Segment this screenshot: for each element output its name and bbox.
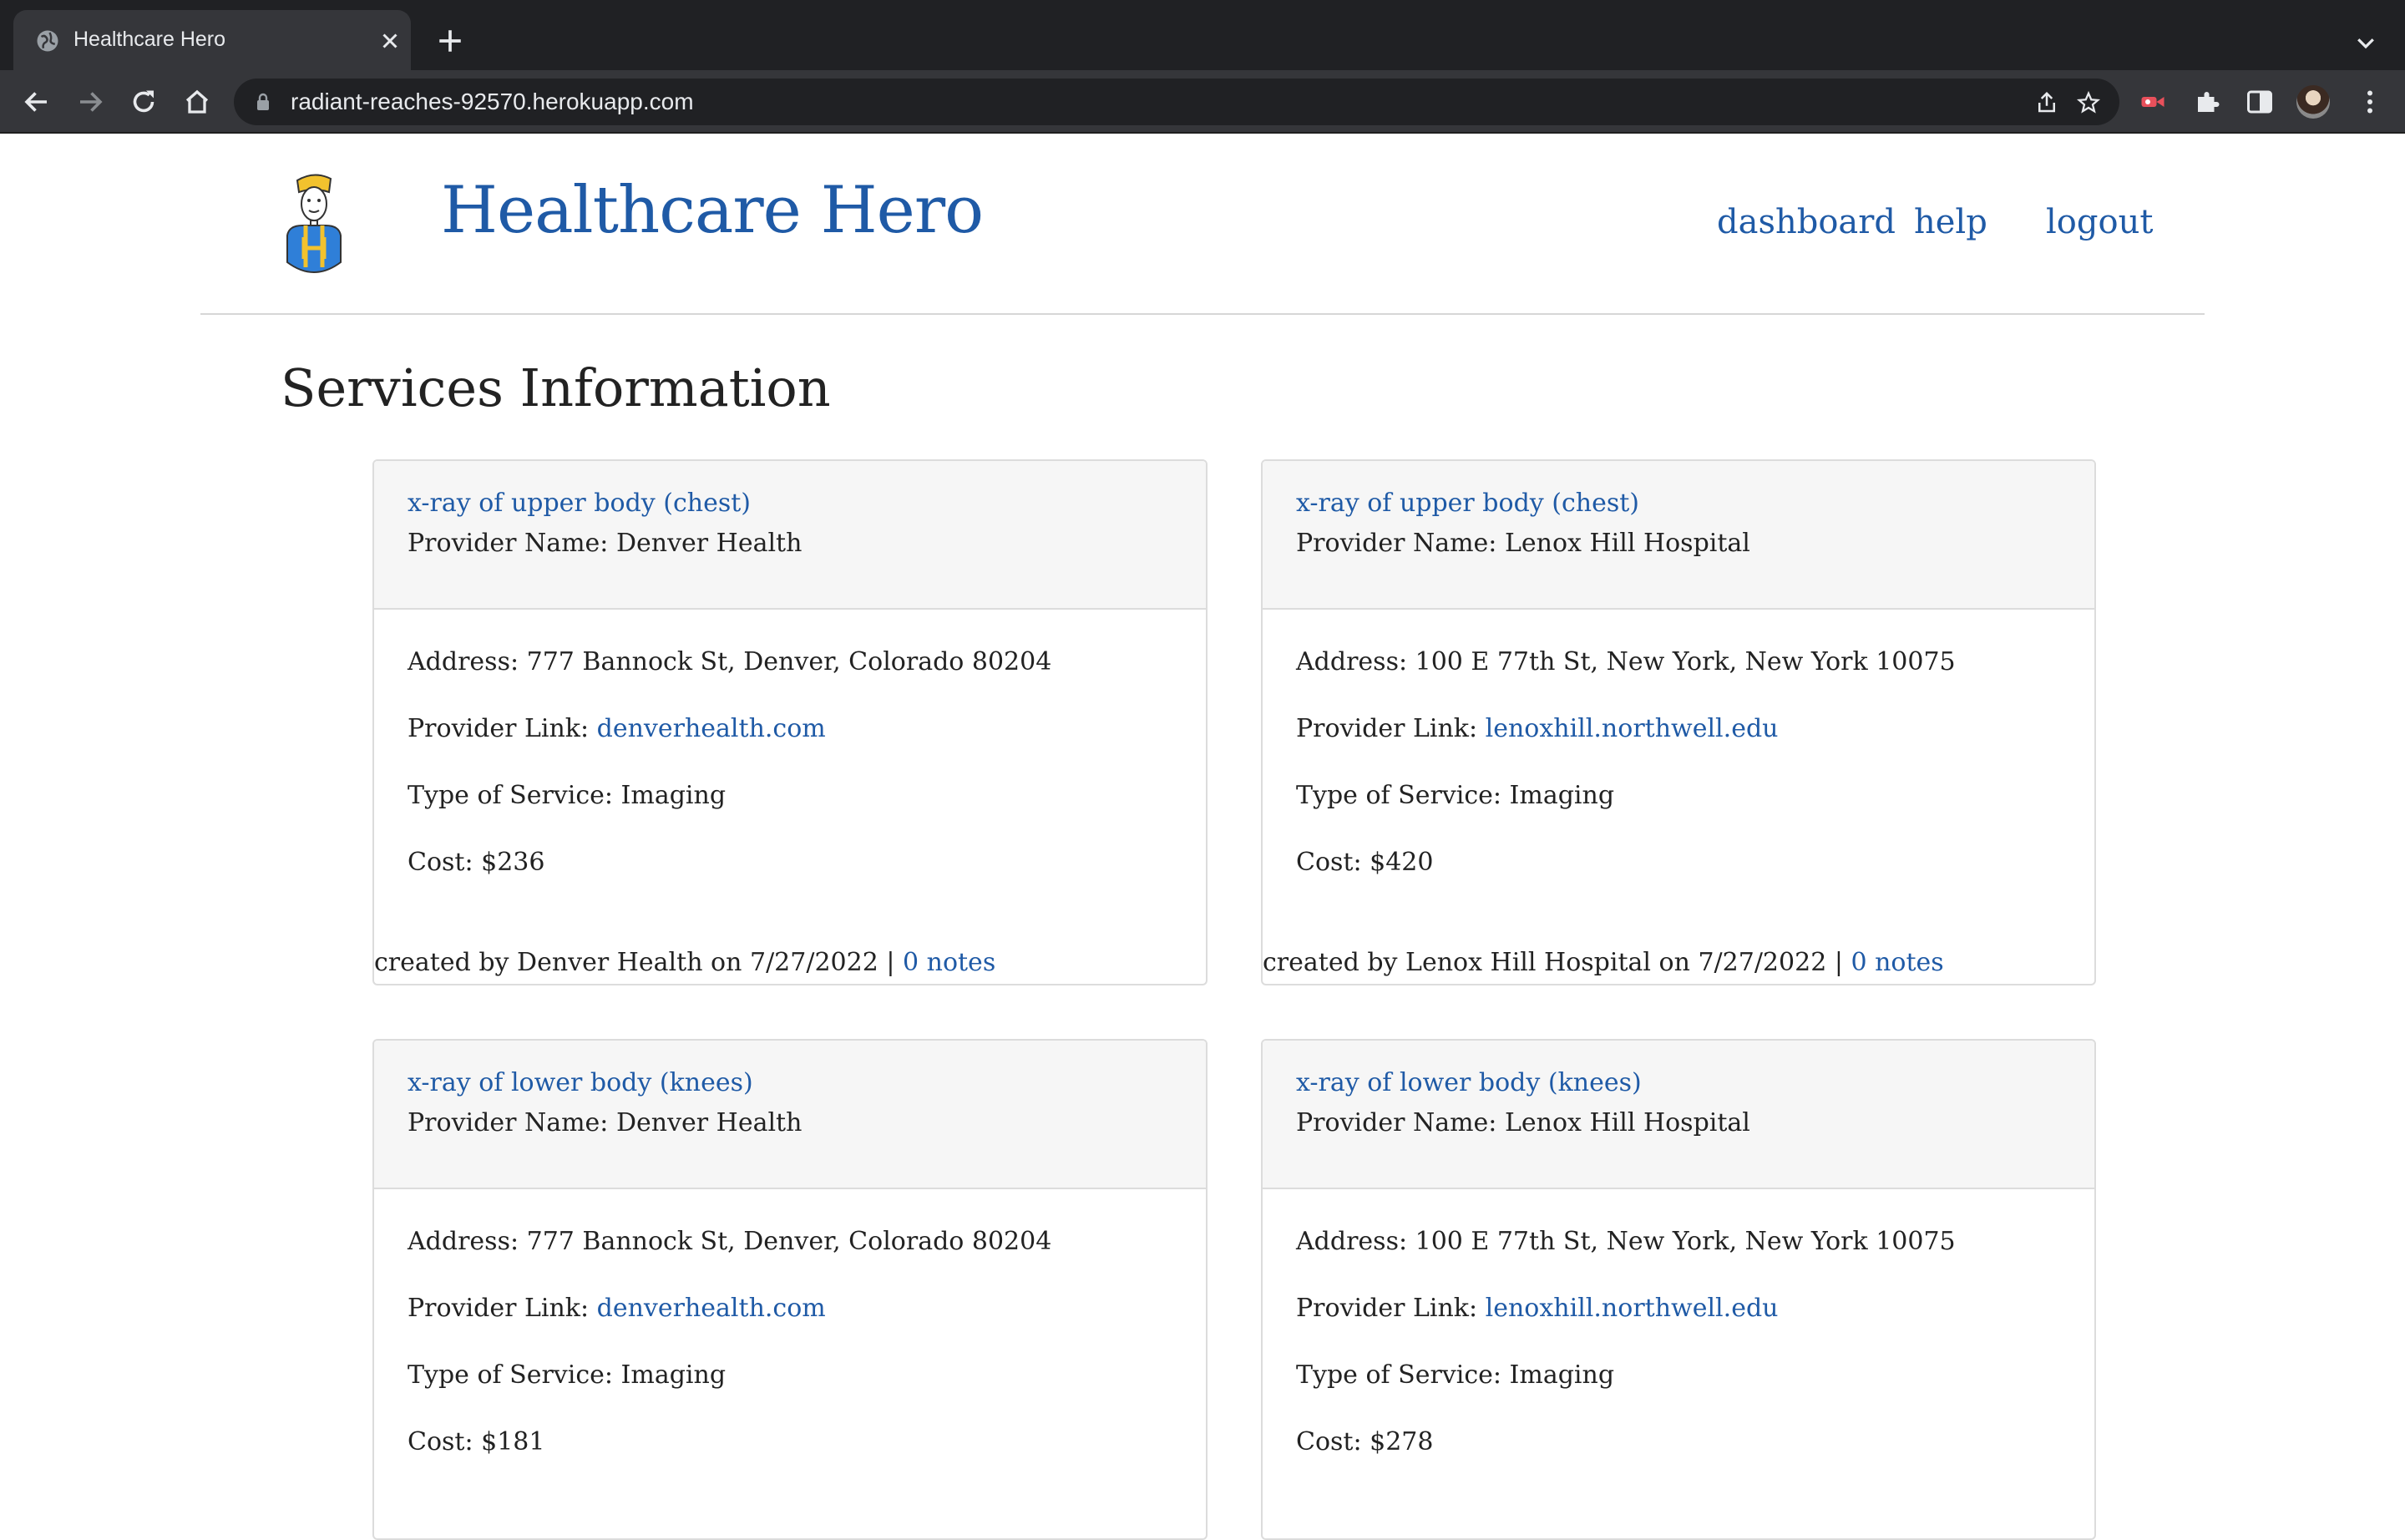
provider-link[interactable]: lenoxhill.northwell.edu	[1486, 714, 1779, 743]
service-link[interactable]: x-ray of upper body (chest)	[1296, 486, 1639, 521]
address-field: Address: 777 Bannock St, Denver, Colorad…	[408, 647, 1052, 676]
record-extension-icon[interactable]	[2138, 87, 2168, 117]
nav-dashboard[interactable]: dashboard	[1717, 197, 1896, 247]
extensions-puzzle-icon[interactable]	[2193, 87, 2223, 117]
page-title: Services Information	[281, 357, 831, 418]
profile-avatar[interactable]	[2296, 85, 2330, 119]
cost-field: Cost: $181	[408, 1427, 545, 1456]
side-panel-icon[interactable]	[2245, 87, 2275, 117]
share-icon[interactable]	[2034, 90, 2059, 115]
browser-toolbar: radiant-reaches-92570.herokuapp.com	[0, 70, 2405, 134]
notes-link[interactable]: 0 notes	[1851, 948, 1943, 977]
service-card: x-ray of upper body (chest) Provider Nam…	[372, 459, 1208, 985]
nav-logout[interactable]: logout	[2046, 197, 2153, 247]
browser-tab-strip: Healthcare Hero	[0, 0, 2405, 70]
service-link[interactable]: x-ray of upper body (chest)	[408, 486, 751, 521]
cost-field: Cost: $278	[1296, 1427, 1434, 1456]
forward-icon[interactable]	[75, 87, 105, 117]
nav-link-logout[interactable]: logout	[2046, 203, 2153, 241]
nav-link-dashboard[interactable]: dashboard	[1717, 203, 1896, 241]
chevron-down-icon[interactable]	[2353, 30, 2378, 55]
service-card: x-ray of upper body (chest) Provider Nam…	[1261, 459, 2096, 985]
new-tab-icon[interactable]	[436, 27, 464, 55]
service-link[interactable]: x-ray of lower body (knees)	[1296, 1066, 1642, 1101]
header-divider	[200, 313, 2205, 315]
lock-icon[interactable]	[254, 92, 272, 112]
service-type-field: Type of Service: Imaging	[1296, 1360, 1615, 1390]
provider-name: Provider Name: Denver Health	[408, 529, 803, 558]
card-header: x-ray of upper body (chest) Provider Nam…	[1263, 461, 2094, 610]
provider-link[interactable]: denverhealth.com	[597, 714, 826, 743]
site-title[interactable]: Healthcare Hero	[441, 169, 984, 252]
more-menu-icon[interactable]	[2355, 87, 2385, 117]
healthcare-hero-logo[interactable]	[281, 170, 347, 277]
address-field: Address: 777 Bannock St, Denver, Colorad…	[408, 1227, 1052, 1256]
tab-title: Healthcare Hero	[73, 28, 226, 51]
card-footer: created by Lenox Hill Hospital on 7/27/2…	[1263, 948, 1944, 977]
provider-link-field: Provider Link: lenoxhill.northwell.edu	[1296, 1294, 1779, 1323]
globe-icon	[37, 30, 58, 52]
address-field: Address: 100 E 77th St, New York, New Yo…	[1296, 647, 1956, 676]
service-link[interactable]: x-ray of lower body (knees)	[408, 1066, 753, 1101]
service-card: x-ray of lower body (knees) Provider Nam…	[372, 1039, 1208, 1540]
cost-field: Cost: $236	[408, 848, 545, 877]
provider-link[interactable]: denverhealth.com	[597, 1294, 826, 1323]
address-field: Address: 100 E 77th St, New York, New Yo…	[1296, 1227, 1956, 1256]
reload-icon[interactable]	[129, 87, 159, 117]
card-header: x-ray of lower body (knees) Provider Nam…	[1263, 1041, 2094, 1189]
provider-name: Provider Name: Lenox Hill Hospital	[1296, 529, 1750, 558]
notes-link[interactable]: 0 notes	[903, 948, 995, 977]
provider-name: Provider Name: Lenox Hill Hospital	[1296, 1108, 1750, 1137]
card-header: x-ray of lower body (knees) Provider Nam…	[374, 1041, 1206, 1189]
back-icon[interactable]	[22, 87, 52, 117]
service-card: x-ray of lower body (knees) Provider Nam…	[1261, 1039, 2096, 1540]
star-icon[interactable]	[2076, 90, 2101, 115]
nav-link-help[interactable]: help	[1914, 203, 1987, 241]
nav-help[interactable]: help	[1914, 197, 1987, 247]
service-type-field: Type of Service: Imaging	[1296, 781, 1615, 810]
service-type-field: Type of Service: Imaging	[408, 1360, 727, 1390]
address-bar[interactable]: radiant-reaches-92570.herokuapp.com	[234, 79, 2119, 125]
card-header: x-ray of upper body (chest) Provider Nam…	[374, 461, 1206, 610]
browser-tab[interactable]: Healthcare Hero	[13, 10, 411, 70]
provider-link[interactable]: lenoxhill.northwell.edu	[1486, 1294, 1779, 1323]
card-footer: created by Denver Health on 7/27/2022 | …	[374, 948, 996, 977]
url-text[interactable]: radiant-reaches-92570.herokuapp.com	[291, 86, 694, 118]
service-type-field: Type of Service: Imaging	[408, 781, 727, 810]
cost-field: Cost: $420	[1296, 848, 1434, 877]
home-icon[interactable]	[182, 87, 212, 117]
provider-link-field: Provider Link: denverhealth.com	[408, 714, 826, 743]
provider-name: Provider Name: Denver Health	[408, 1108, 803, 1137]
provider-link-field: Provider Link: denverhealth.com	[408, 1294, 826, 1323]
provider-link-field: Provider Link: lenoxhill.northwell.edu	[1296, 714, 1779, 743]
close-tab-icon[interactable]	[377, 28, 403, 53]
